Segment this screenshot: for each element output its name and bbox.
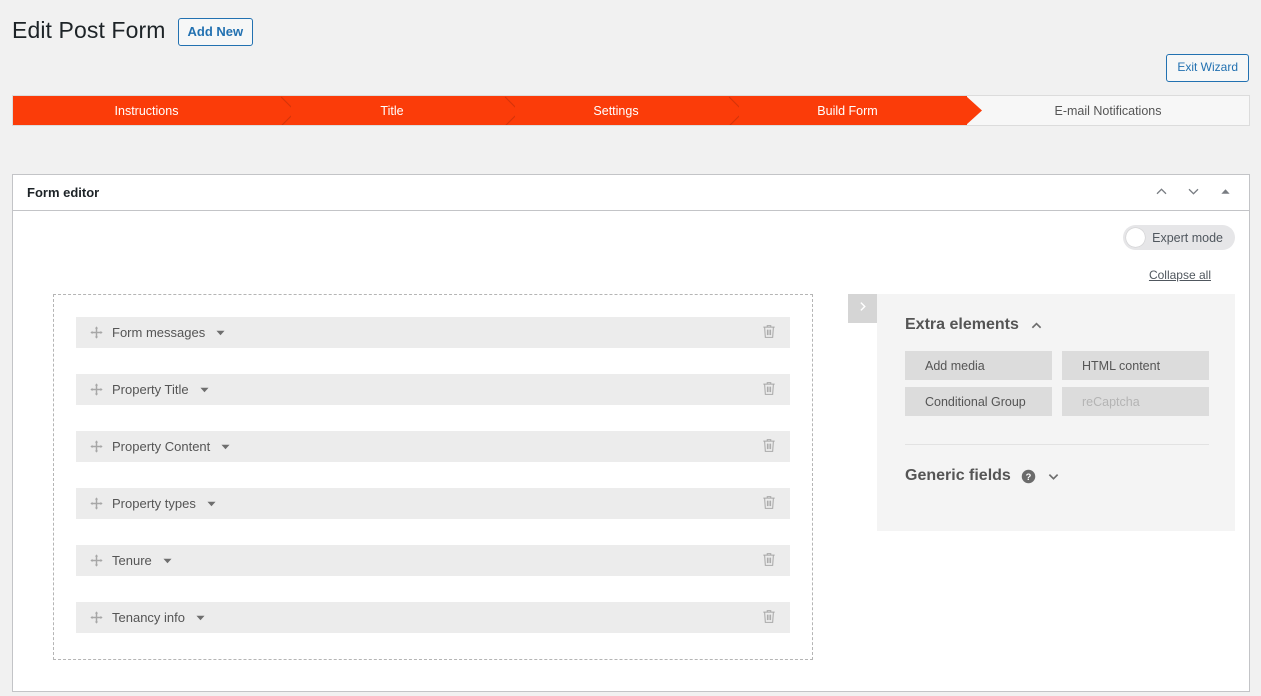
help-circle-icon[interactable]: ? <box>1021 469 1036 484</box>
sidebar-toggle-handle[interactable] <box>848 294 877 323</box>
move-arrows-icon[interactable] <box>90 611 103 624</box>
collapse-all-row: Collapse all <box>13 250 1249 282</box>
delete-field-button[interactable] <box>758 438 780 456</box>
generic-fields-header[interactable]: Generic fields ? <box>905 467 1209 485</box>
field-row-left: Tenancy info <box>90 610 205 625</box>
field-row-left: Property types <box>90 496 216 511</box>
page-title: Edit Post Form <box>12 17 166 44</box>
wizard-step-bar: Instructions Title Settings Build Form E… <box>12 95 1250 126</box>
form-field-row[interactable]: Tenancy info <box>76 602 790 633</box>
trash-icon <box>762 324 776 342</box>
move-arrows-icon[interactable] <box>90 326 103 339</box>
trash-icon <box>762 381 776 399</box>
delete-field-button[interactable] <box>758 495 780 513</box>
step-separator-icon <box>280 96 291 125</box>
caret-down-icon[interactable] <box>216 328 225 337</box>
elements-sidebar-wrap: Extra elements Add media HTML content Co… <box>848 294 1235 531</box>
wizard-step-title[interactable]: Title <box>280 96 504 125</box>
trash-icon <box>762 552 776 570</box>
chevron-down-icon[interactable] <box>1046 469 1061 484</box>
elements-sidebar: Extra elements Add media HTML content Co… <box>877 294 1235 531</box>
wizard-step-label: Title <box>380 103 404 118</box>
field-row-left: Property Content <box>90 439 230 454</box>
step-separator-icon <box>728 96 739 125</box>
step-separator-icon <box>504 96 515 125</box>
chevron-down-icon <box>1186 184 1201 202</box>
field-label: Form messages <box>112 325 206 340</box>
chevron-right-icon <box>856 300 869 318</box>
delete-field-button[interactable] <box>758 552 780 570</box>
expert-mode-toggle[interactable]: Expert mode <box>1123 225 1235 250</box>
field-row-left: Property Title <box>90 382 209 397</box>
page-header: Edit Post Form Add New <box>0 0 1261 48</box>
field-label: Property Title <box>112 382 189 397</box>
chevron-up-icon <box>1154 184 1169 202</box>
form-editor-title: Form editor <box>27 185 100 200</box>
move-arrows-icon[interactable] <box>90 383 103 396</box>
toggle-knob-icon <box>1126 228 1146 247</box>
field-label: Property Content <box>112 439 211 454</box>
recaptcha-button: reCaptcha <box>1062 387 1209 416</box>
add-new-button[interactable]: Add New <box>177 17 254 47</box>
delete-field-button[interactable] <box>758 324 780 342</box>
form-field-row[interactable]: Property Content <box>76 431 790 462</box>
add-media-button[interactable]: Add media <box>905 351 1052 380</box>
exit-wizard-button[interactable]: Exit Wizard <box>1166 54 1249 82</box>
extra-elements-title: Extra elements <box>905 316 1019 333</box>
form-field-row[interactable]: Property Title <box>76 374 790 405</box>
caret-down-icon[interactable] <box>196 613 205 622</box>
toggle-panel-button[interactable] <box>1213 181 1237 205</box>
trash-icon <box>762 438 776 456</box>
move-up-button[interactable] <box>1149 181 1173 205</box>
move-down-button[interactable] <box>1181 181 1205 205</box>
caret-down-icon[interactable] <box>221 442 230 451</box>
field-row-left: Tenure <box>90 553 172 568</box>
sidebar-divider <box>905 444 1209 445</box>
html-content-button[interactable]: HTML content <box>1062 351 1209 380</box>
trash-icon <box>762 609 776 627</box>
generic-fields-title: Generic fields <box>905 467 1011 484</box>
wizard-step-label: Instructions <box>114 103 179 118</box>
move-arrows-icon[interactable] <box>90 497 103 510</box>
form-editor-panel: Form editor Expert mode Collapse all For… <box>12 174 1250 692</box>
form-fields-dropzone[interactable]: Form messages Property Title Property Co… <box>53 294 813 660</box>
triangle-up-icon <box>1220 185 1231 200</box>
extra-elements-grid: Add media HTML content Conditional Group… <box>905 351 1209 416</box>
wizard-step-label: E-mail Notifications <box>1054 103 1162 118</box>
caret-down-icon[interactable] <box>207 499 216 508</box>
wizard-step-label: Settings <box>593 103 639 118</box>
collapse-all-link[interactable]: Collapse all <box>1149 268 1211 282</box>
move-arrows-icon[interactable] <box>90 440 103 453</box>
expert-mode-row: Expert mode <box>13 211 1249 250</box>
form-field-row[interactable]: Property types <box>76 488 790 519</box>
chevron-up-icon[interactable] <box>1029 318 1044 333</box>
delete-field-button[interactable] <box>758 381 780 399</box>
wizard-step-instructions[interactable]: Instructions <box>13 96 280 125</box>
trash-icon <box>762 495 776 513</box>
form-editor-header-actions <box>1149 181 1237 205</box>
field-row-left: Form messages <box>90 325 225 340</box>
wizard-step-label: Build Form <box>817 103 878 118</box>
expert-mode-label: Expert mode <box>1152 230 1223 245</box>
caret-down-icon[interactable] <box>163 556 172 565</box>
wizard-step-build-form[interactable]: Build Form <box>728 96 982 125</box>
wizard-step-settings[interactable]: Settings <box>504 96 728 125</box>
move-arrows-icon[interactable] <box>90 554 103 567</box>
field-label: Tenancy info <box>112 610 185 625</box>
editor-columns: Form messages Property Title Property Co… <box>13 282 1249 660</box>
form-field-row[interactable]: Tenure <box>76 545 790 576</box>
wizard-step-email-notifications[interactable]: E-mail Notifications <box>967 96 1249 125</box>
svg-text:?: ? <box>1025 471 1031 481</box>
form-field-row[interactable]: Form messages <box>76 317 790 348</box>
conditional-group-button[interactable]: Conditional Group <box>905 387 1052 416</box>
caret-down-icon[interactable] <box>200 385 209 394</box>
delete-field-button[interactable] <box>758 609 780 627</box>
form-editor-body: Expert mode Collapse all Form messages P… <box>13 211 1249 691</box>
exit-wizard-row: Exit Wizard <box>0 48 1261 88</box>
field-label: Tenure <box>112 553 152 568</box>
form-editor-header: Form editor <box>13 175 1249 211</box>
extra-elements-header[interactable]: Extra elements <box>905 316 1209 334</box>
field-label: Property types <box>112 496 196 511</box>
